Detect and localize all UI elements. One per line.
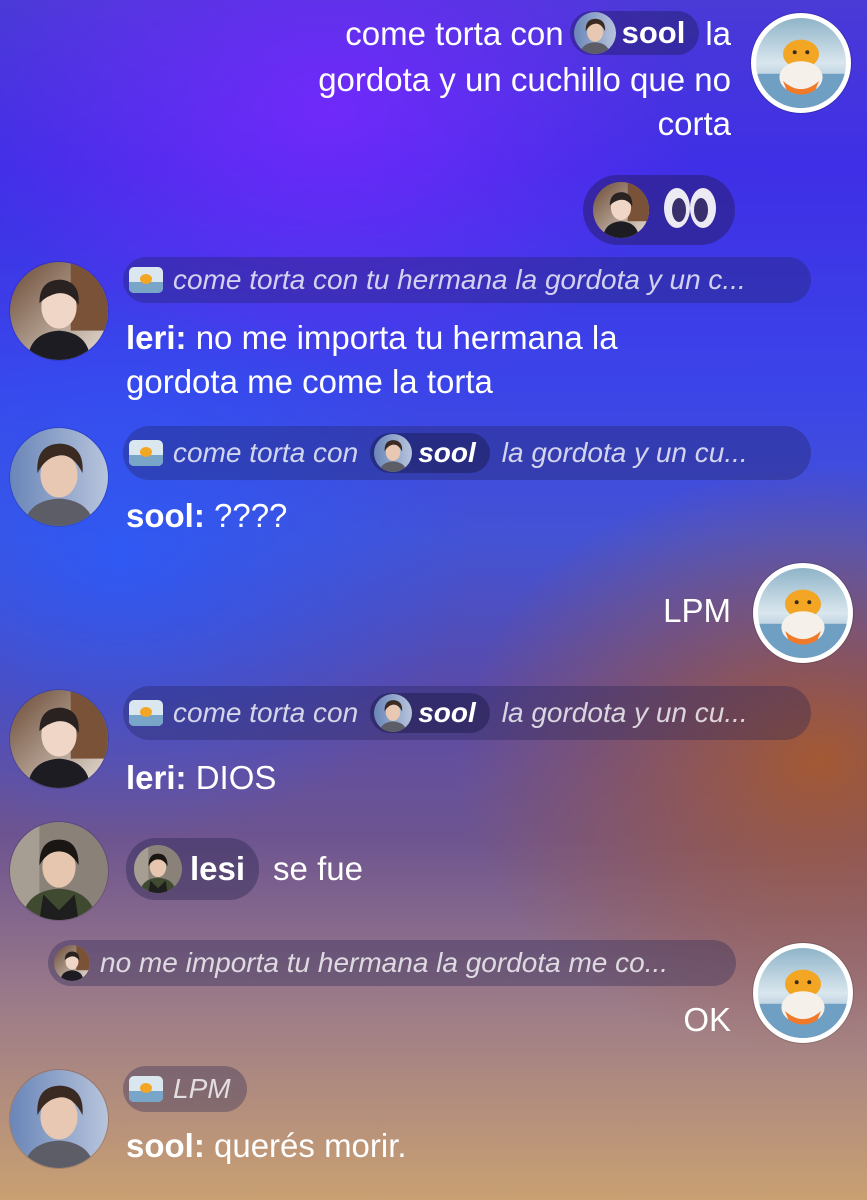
lesi-avatar[interactable] [10, 822, 108, 920]
reply-preview[interactable]: LPM [123, 1066, 247, 1112]
lesi-avatar-icon [10, 822, 108, 920]
message-5-text: leri: DIOS [126, 759, 277, 796]
reply-preview[interactable]: come torta con tu hermana la gordota y u… [123, 257, 811, 303]
reply-preview[interactable]: no me importa tu hermana la gordota me c… [48, 940, 736, 986]
message-7-text: sool: querés morir. [126, 1127, 407, 1164]
sool-avatar-icon [10, 1070, 108, 1168]
author-name[interactable]: sool: [126, 497, 205, 534]
message-4-text: LPM [663, 592, 731, 629]
sool-avatar-mini-icon [374, 434, 412, 472]
reactor-avatar-icon [593, 182, 649, 238]
reply-thumbnail-icon [129, 267, 163, 293]
sool-avatar-mini-icon [374, 694, 412, 732]
sool-avatar-icon [10, 428, 108, 526]
reaction-pill[interactable] [583, 175, 735, 245]
mention-chip-sool[interactable]: sool [370, 693, 490, 733]
big-eyes-emoji-icon [661, 184, 719, 237]
leri-avatar-icon [10, 690, 108, 788]
reply-avatar-mini-icon [54, 945, 90, 981]
author-name[interactable]: leri: [126, 759, 187, 796]
duck-in-pool-avatar-icon [756, 18, 846, 108]
sool-avatar[interactable] [10, 428, 108, 526]
sool-avatar[interactable] [10, 1070, 108, 1168]
reply-preview[interactable]: come torta con sool la gordota y un cu..… [123, 426, 811, 480]
duck-in-pool-avatar-icon [758, 568, 848, 658]
mention-chip-sool[interactable]: sool [370, 433, 490, 473]
duck-in-pool-avatar-icon [758, 948, 848, 1038]
author-name[interactable]: leri: [126, 319, 187, 356]
user-chip-lesi[interactable]: lesi [126, 838, 260, 900]
leri-avatar[interactable] [10, 690, 108, 788]
reply-thumbnail-icon [129, 1076, 163, 1102]
mention-chip-sool[interactable]: sool [569, 11, 700, 56]
my-avatar[interactable] [751, 13, 851, 113]
message-1-text: come torta con sool la gordota y un cuchil… [171, 11, 731, 146]
reply-thumbnail-icon [129, 700, 163, 726]
lesi-avatar-mini-icon [134, 845, 182, 893]
reply-preview[interactable]: come torta con sool la gordota y un cu..… [123, 686, 811, 740]
reply-thumbnail-icon [129, 440, 163, 466]
author-name[interactable]: sool: [126, 1127, 205, 1164]
message-6-text: OK [683, 1001, 731, 1038]
my-avatar[interactable] [753, 563, 853, 663]
leri-avatar-icon [10, 262, 108, 360]
my-avatar[interactable] [753, 943, 853, 1043]
sool-avatar-mini-icon [574, 12, 616, 54]
leri-avatar[interactable] [10, 262, 108, 360]
message-3-text: sool: ???? [126, 497, 288, 534]
system-message: lesi se fue [126, 838, 363, 900]
message-2-text: leri: no me importa tu hermana la gordot… [126, 319, 618, 400]
